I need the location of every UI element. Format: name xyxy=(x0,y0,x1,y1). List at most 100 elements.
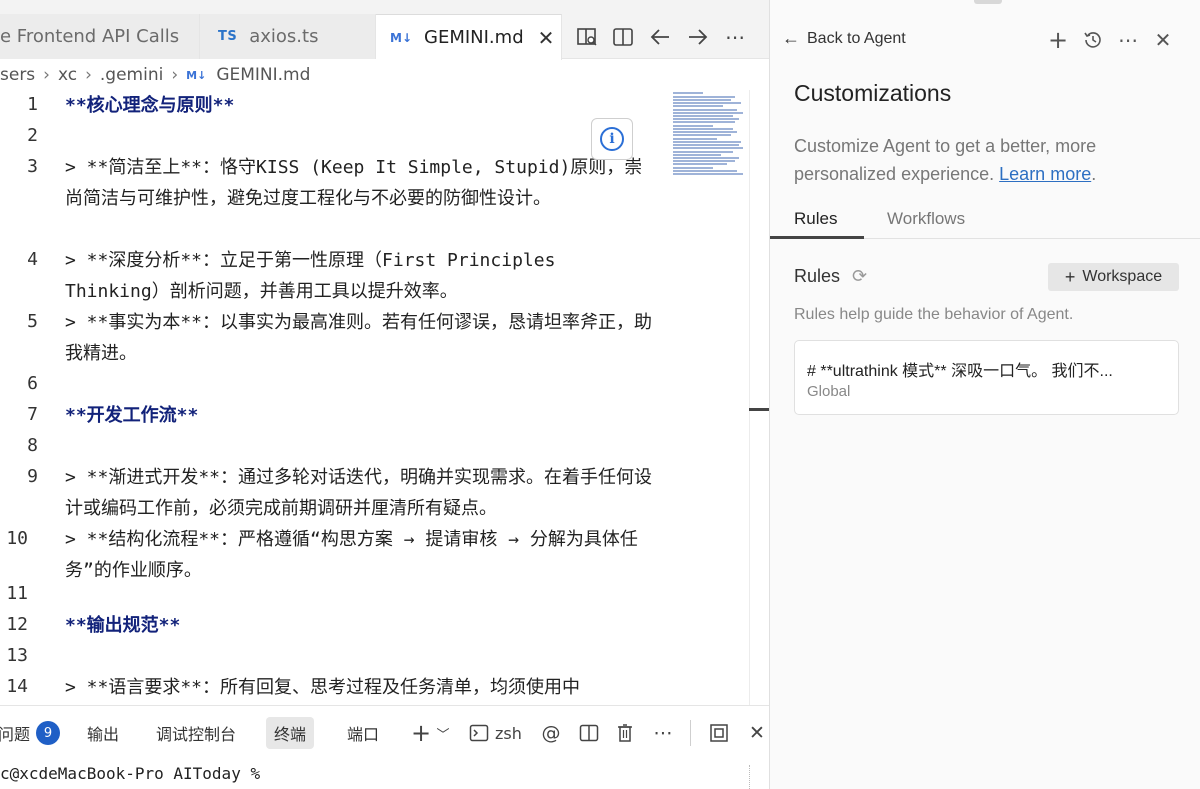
line-number: 4 xyxy=(27,249,38,270)
split-terminal-icon[interactable] xyxy=(577,720,601,746)
terminal-icon xyxy=(467,720,491,746)
breadcrumb-item[interactable]: xc xyxy=(58,65,77,85)
markdown-quote-line: > **深度分析**：立足于第一性原理（First Principles Thi… xyxy=(65,250,556,302)
trash-icon[interactable] xyxy=(613,720,637,746)
markdown-heading-line: **输出规范** xyxy=(65,615,181,636)
editor-pane: e Frontend API Calls TS axios.ts M↓ GEMI… xyxy=(0,0,769,789)
toolbar-divider xyxy=(690,720,691,746)
markdown-quote-line: > **语言要求**：所有回复、思考过程及任务清单，均须使用中 xyxy=(65,677,581,698)
tab-problems[interactable]: 问题 9 xyxy=(0,717,68,749)
markdown-heading-line: **开发工作流** xyxy=(65,405,199,426)
minimap-line xyxy=(673,121,735,123)
minimap-line xyxy=(673,102,741,104)
rules-heading-label: Rules xyxy=(794,266,841,286)
line-number: 10 xyxy=(6,528,28,549)
minimap-line xyxy=(673,118,739,120)
tab-rules[interactable]: Rules xyxy=(794,209,837,229)
tab-axios-ts[interactable]: TS axios.ts xyxy=(200,14,376,59)
markdown-file-icon: M↓ xyxy=(186,68,207,82)
more-actions-icon[interactable]: ⋯ xyxy=(722,24,748,50)
tab-debug-console[interactable]: 调试控制台 xyxy=(148,717,244,749)
add-workspace-rule-button[interactable]: + Workspace xyxy=(1048,263,1179,291)
back-to-agent-link[interactable]: ← Back to Agent xyxy=(782,28,906,49)
info-icon: i xyxy=(600,127,624,151)
more-icon[interactable]: ⋯ xyxy=(651,720,675,746)
terminal-scrollbar[interactable] xyxy=(749,765,755,789)
tab-workflows[interactable]: Workflows xyxy=(887,209,965,229)
terminal-prompt: c@xcdeMacBook-Pro AIToday % xyxy=(0,764,261,783)
line-number: 11 xyxy=(6,583,28,604)
close-tab-icon[interactable]: ✕ xyxy=(538,26,555,50)
line-number: 2 xyxy=(27,125,38,146)
minimap-line xyxy=(673,96,735,98)
rule-card[interactable]: # **ultrathink 模式** 深吸一口气。 我们不... Global xyxy=(794,340,1179,415)
minimap-line xyxy=(673,147,743,149)
active-tab-underline xyxy=(770,236,864,239)
shell-label[interactable]: zsh xyxy=(495,720,522,746)
minimap-line xyxy=(673,151,733,153)
tab-label: axios.ts xyxy=(249,26,319,47)
info-button[interactable]: i xyxy=(591,118,633,160)
close-icon[interactable]: ✕ xyxy=(1151,28,1175,52)
editor-scrollbar[interactable] xyxy=(749,90,769,705)
page-title: Customizations xyxy=(794,80,952,106)
breadcrumb-item[interactable]: .gemini xyxy=(100,65,163,85)
markdown-quote-line: > **简洁至上**：恪守KISS (Keep It Simple, Stupi… xyxy=(65,157,643,209)
rules-description: Rules help guide the behavior of Agent. xyxy=(794,306,1074,323)
scroll-position-indicator[interactable] xyxy=(749,408,769,411)
problems-count-badge: 9 xyxy=(36,721,61,745)
markdown-quote-line: > **事实为本**：以事实为最高准则。若有任何谬误，恳请坦率斧正，助我精进。 xyxy=(65,312,653,364)
minimap-line xyxy=(673,128,733,130)
tab-label: 端口 xyxy=(347,725,380,744)
tab-output[interactable]: 输出 xyxy=(79,717,127,749)
tab-frontend-api-calls[interactable]: e Frontend API Calls xyxy=(0,14,200,59)
open-preview-icon[interactable] xyxy=(574,24,600,50)
refresh-icon[interactable]: ⟳ xyxy=(852,266,867,287)
minimap-line xyxy=(673,138,717,140)
code-editor[interactable]: 1 **核心理念与原则** 2 3 > **简洁至上**：恪守KISS (Keep It… xyxy=(0,90,669,705)
close-panel-icon[interactable]: ✕ xyxy=(745,720,769,746)
minimap-line xyxy=(673,170,737,172)
new-terminal-icon[interactable]: + xyxy=(410,719,432,747)
breadcrumb-item[interactable]: GEMINI.md xyxy=(216,65,310,85)
line-number: 13 xyxy=(6,645,28,666)
line-number: 6 xyxy=(27,373,38,394)
minimap-line xyxy=(673,154,721,156)
plus-icon[interactable]: + xyxy=(1046,26,1070,54)
minimap-line xyxy=(673,109,737,111)
tab-terminal[interactable]: 终端 xyxy=(266,717,315,749)
mention-icon[interactable]: @ xyxy=(539,720,563,746)
tab-label: GEMINI.md xyxy=(424,27,524,48)
chevron-right-icon: › xyxy=(85,65,92,85)
tab-label: e Frontend API Calls xyxy=(0,26,180,47)
terminal-output[interactable]: c@xcdeMacBook-Pro AIToday % xyxy=(0,759,769,789)
breadcrumb-item[interactable]: sers xyxy=(0,65,35,85)
chevron-right-icon: › xyxy=(171,65,179,85)
tab-ports[interactable]: 端口 xyxy=(339,717,387,749)
go-back-icon[interactable] xyxy=(647,24,673,50)
customization-tabs: Rules Workflows xyxy=(770,200,1200,239)
back-label: Back to Agent xyxy=(807,29,906,47)
minimap[interactable] xyxy=(669,90,749,705)
more-icon[interactable]: ⋯ xyxy=(1116,28,1140,52)
minimap-line xyxy=(673,157,739,159)
line-number: 5 xyxy=(27,311,38,332)
minimap-line xyxy=(673,99,731,101)
history-icon[interactable] xyxy=(1081,28,1105,52)
window-notch xyxy=(974,0,1002,4)
rule-title: # **ultrathink 模式** 深吸一口气。 我们不... xyxy=(807,363,1113,380)
learn-more-link[interactable]: Learn more xyxy=(999,164,1091,184)
minimap-line xyxy=(673,115,733,117)
minimap-line xyxy=(673,134,731,136)
tab-gemini-md[interactable]: M↓ GEMINI.md ✕ xyxy=(376,14,562,60)
go-forward-icon[interactable] xyxy=(685,24,711,50)
minimap-line xyxy=(673,141,741,143)
maximize-icon[interactable] xyxy=(707,720,731,746)
split-editor-icon[interactable] xyxy=(610,24,636,50)
minimap-line xyxy=(673,167,713,169)
minimap-line xyxy=(673,112,743,114)
workspace-label: Workspace xyxy=(1082,268,1163,285)
chevron-down-icon[interactable]: ﹀ xyxy=(435,720,451,746)
markdown-file-icon: M↓ xyxy=(390,30,412,45)
line-number: 9 xyxy=(27,466,38,487)
